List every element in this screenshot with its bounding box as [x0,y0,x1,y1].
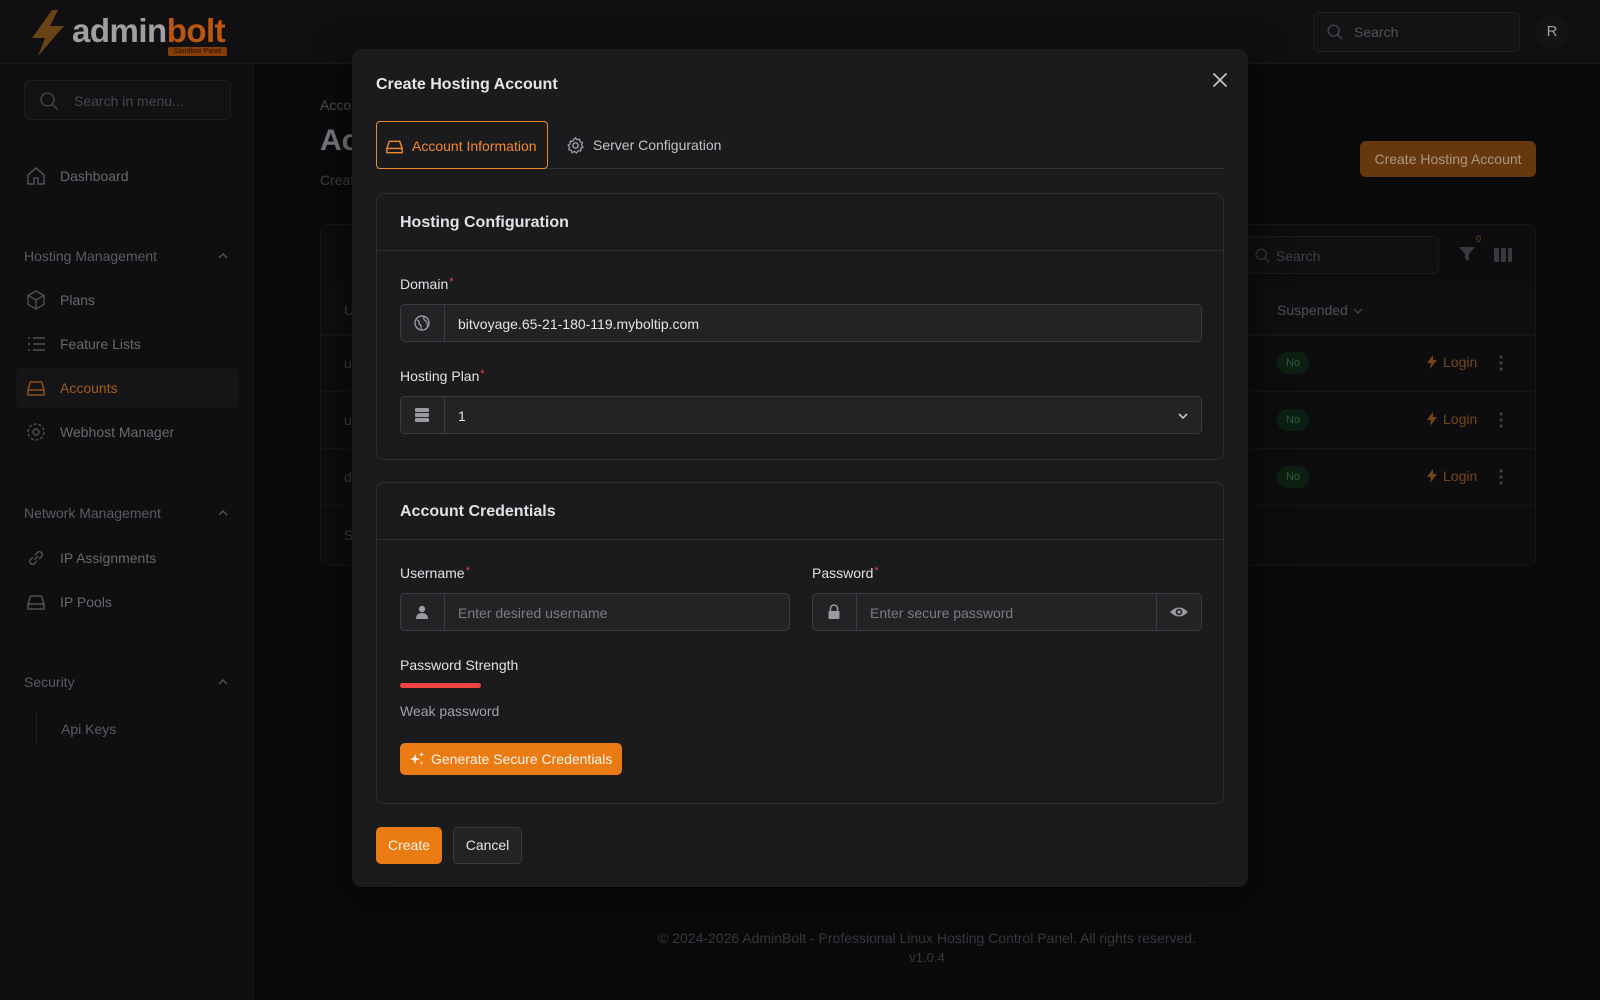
chevron-down-icon [1178,413,1188,420]
username-addon [401,594,445,630]
toggle-password-visibility-button[interactable] [1156,594,1201,630]
password-label: Password* [812,565,879,581]
create-hosting-account-modal: Create Hosting Account Account Informati… [352,49,1248,887]
eye-icon [1170,607,1188,617]
hosting-plan-label: Hosting Plan* [400,368,485,384]
password-strength-label: Password Strength [400,657,519,673]
server-icon [415,408,429,422]
username-label: Username* [400,565,470,581]
tab-label: Server Configuration [593,137,722,153]
username-placeholder: Enter desired username [458,605,608,621]
close-icon[interactable] [1209,69,1231,91]
cancel-button[interactable]: Cancel [453,827,522,864]
tab-label: Account Information [412,138,537,154]
section-title: Hosting Configuration [400,214,569,231]
password-strength-text: Weak password [400,703,500,719]
account-credentials-section: Account Credentials Username* Enter desi… [376,482,1224,804]
hosting-plan-value: 1 [458,408,466,424]
domain-value: bitvoyage.65-21-180-119.myboltip.com [458,316,699,332]
sparkles-icon [410,752,424,765]
create-button[interactable]: Create [376,827,442,864]
gear-icon [567,137,584,154]
hosting-plan-select[interactable]: 1 [400,396,1202,434]
generate-button-label: Generate Secure Credentials [431,751,613,767]
user-icon [416,605,428,619]
domain-addon [401,305,445,341]
hosting-plan-addon [401,397,445,433]
domain-field[interactable]: bitvoyage.65-21-180-119.myboltip.com [400,304,1202,342]
password-placeholder: Enter secure password [870,605,1014,621]
section-header: Account Credentials [377,483,1223,540]
password-field[interactable]: Enter secure password [812,593,1202,631]
hosting-configuration-section: Hosting Configuration Domain* bitvoyage.… [376,193,1224,460]
tab-account-information[interactable]: Account Information [376,121,548,169]
section-header: Hosting Configuration [377,194,1223,251]
domain-label: Domain* [400,276,454,292]
globe-icon [414,315,430,331]
username-field[interactable]: Enter desired username [400,593,790,631]
password-addon [813,594,857,630]
lock-icon [828,604,840,619]
generate-secure-credentials-button[interactable]: Generate Secure Credentials [400,743,622,775]
password-strength-bar [400,683,481,688]
drive-icon [386,140,403,154]
modal-tabs: Account Information Server Configuration [376,121,1224,169]
modal-title: Create Hosting Account [376,76,558,93]
section-title: Account Credentials [400,503,556,520]
tab-server-configuration[interactable]: Server Configuration [566,121,756,169]
